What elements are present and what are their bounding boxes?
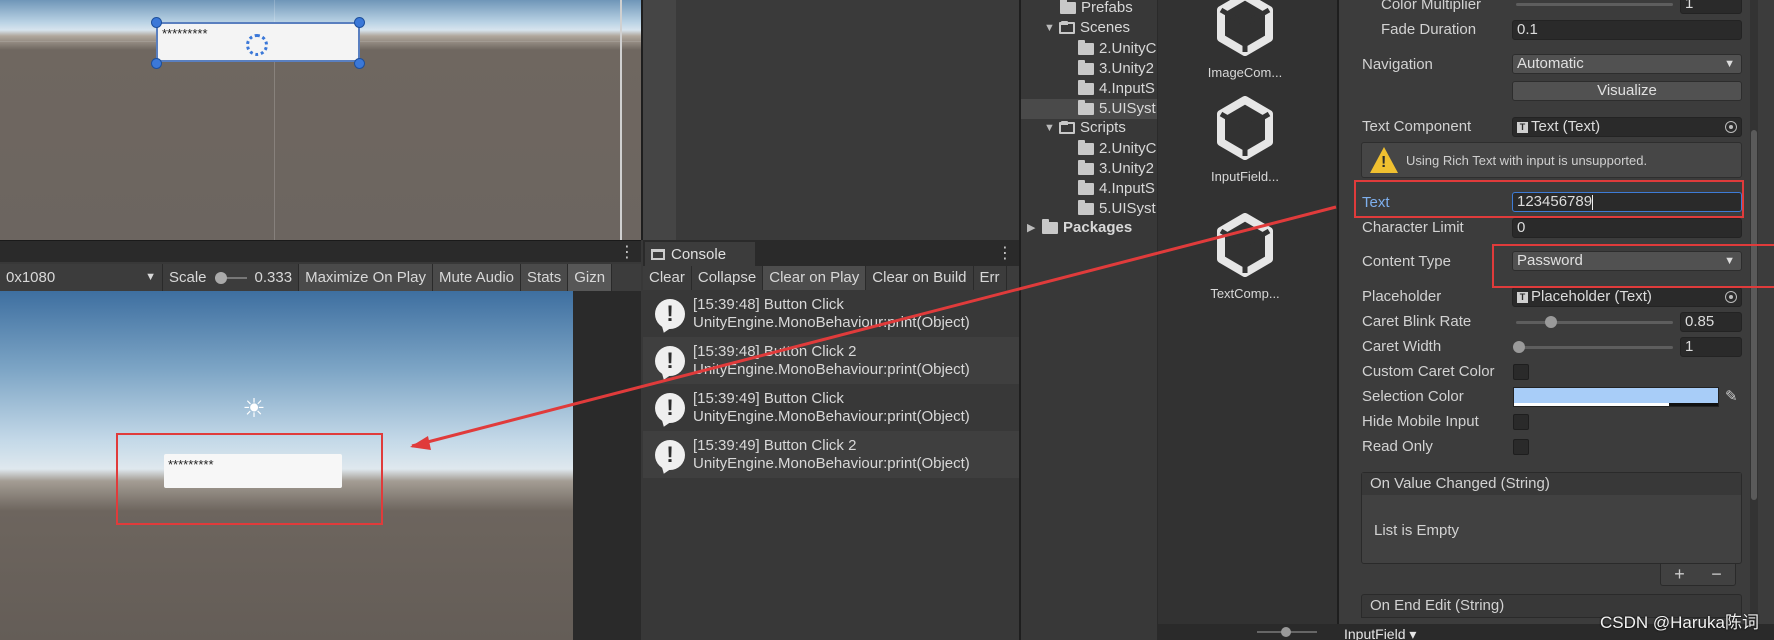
annotation-arrow-head [410,436,431,450]
annotation-arrow-line [411,205,1337,448]
watermark: CSDN @Haruka陈词 [1600,613,1759,632]
annotation-arrow [410,205,1337,450]
